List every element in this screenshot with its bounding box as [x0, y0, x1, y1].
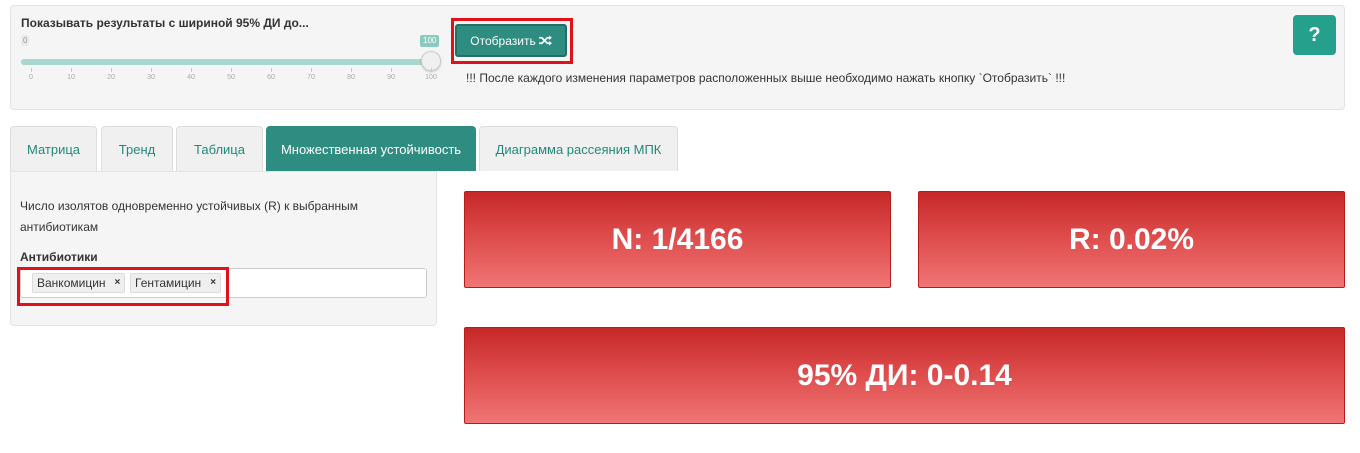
slider-tick-label: 10	[67, 74, 75, 81]
refresh-hint: !!! После каждого изменения параметров р…	[466, 71, 1066, 85]
slider-tick-label: 80	[347, 74, 355, 81]
tab-trend[interactable]: Тренд	[101, 126, 173, 171]
slider-tick-mark	[71, 68, 72, 72]
slider-tick-label: 90	[387, 74, 395, 81]
slider-tick-mark	[431, 68, 432, 72]
slider-tick-mark	[311, 68, 312, 72]
slider-tick-mark	[31, 68, 32, 72]
slider-tick-mark	[151, 68, 152, 72]
sidebar-description: Число изолятов одновременно устойчивых (…	[20, 199, 359, 234]
slider-tick-mark	[391, 68, 392, 72]
help-button[interactable]: ?	[1293, 15, 1336, 55]
slider-tick-label: 50	[227, 74, 235, 81]
n-value-box: N: 1/4166	[464, 191, 891, 288]
tab-table[interactable]: Таблица	[176, 126, 263, 171]
chips-highlight	[17, 267, 229, 306]
r-value-box: R: 0.02%	[918, 191, 1345, 288]
slider-tick-mark	[231, 68, 232, 72]
parameters-panel: Показывать результаты с шириной 95% ДИ д…	[10, 5, 1345, 110]
tab-mic-scatter[interactable]: Диаграмма рассеяния МПК	[479, 126, 678, 171]
slider-tick-mark	[271, 68, 272, 72]
tab-matrix[interactable]: Матрица	[10, 126, 97, 171]
slider-tick-label: 0	[29, 74, 33, 81]
slider-tick-label: 100	[425, 74, 437, 81]
antibiotics-label: Антибиотики	[20, 250, 98, 264]
slider-tick-mark	[351, 68, 352, 72]
slider-tick-label: 20	[107, 74, 115, 81]
show-button-label: Отобразить	[470, 33, 536, 48]
slider-tick-label: 60	[267, 74, 275, 81]
show-button[interactable]: Отобразить	[455, 24, 567, 57]
slider-tick-label: 30	[147, 74, 155, 81]
slider-tick-label: 70	[307, 74, 315, 81]
ci-value-box: 95% ДИ: 0-0.14	[464, 327, 1345, 424]
slider-tick-mark	[191, 68, 192, 72]
slider-tick-mark	[111, 68, 112, 72]
slider-ticks: 0 10 20 30 40 50 60 70 80 90 100	[11, 6, 461, 106]
shuffle-icon	[538, 35, 552, 46]
slider-tick-label: 40	[187, 74, 195, 81]
tab-multiple-resistance[interactable]: Множественная устойчивость	[266, 126, 476, 171]
